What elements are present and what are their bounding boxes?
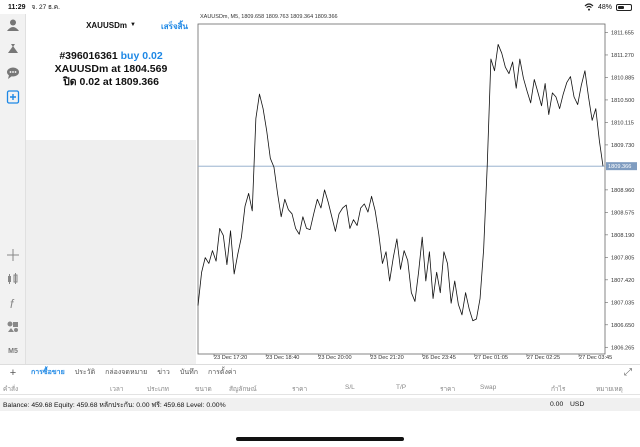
crosshair-icon[interactable] bbox=[4, 246, 22, 264]
y-tick-label: 1807.420 bbox=[611, 278, 634, 284]
done-button[interactable]: เสร็จสิ้น bbox=[161, 20, 188, 33]
x-tick-label: 26 Dec 23:45 bbox=[423, 355, 456, 361]
tab-journal[interactable]: บันทึก bbox=[175, 367, 203, 378]
y-tick-label: 1806.650 bbox=[611, 323, 634, 329]
tab-settings[interactable]: การตั้งค่า bbox=[203, 367, 242, 378]
col-time: เวลา bbox=[110, 386, 124, 393]
col-size: ขนาด bbox=[195, 386, 212, 393]
x-tick-label: 27 Dec 03:45 bbox=[579, 355, 612, 361]
home-indicator bbox=[236, 437, 404, 441]
chart-header: XAUUSDm, M5, 1809.658 1809.763 1809.364 … bbox=[200, 14, 338, 20]
wifi-icon bbox=[584, 3, 594, 11]
symbol-selector[interactable]: XAUUSDm ▼ เสร็จสิ้น bbox=[26, 14, 196, 36]
x-tick-label: 23 Dec 18:40 bbox=[266, 355, 299, 361]
y-tick-label: 1809.730 bbox=[611, 143, 634, 149]
balance-bar: Balance: 459.68 Equity: 459.68 หลักประกั… bbox=[0, 398, 640, 411]
y-tick-label: 1806.265 bbox=[611, 345, 634, 351]
trade-icon[interactable] bbox=[4, 40, 22, 58]
price-series-line bbox=[197, 44, 604, 322]
col-symbol: สัญลักษณ์ bbox=[229, 386, 257, 393]
account-currency: USD bbox=[570, 401, 585, 408]
user-icon[interactable] bbox=[4, 16, 22, 34]
timeframe-button[interactable]: M5 bbox=[4, 342, 22, 360]
order-line-3: ปิด 0.02 at 1809.366 bbox=[26, 76, 196, 89]
y-tick-label: 1811.655 bbox=[611, 30, 634, 36]
order-close-price: 1809.366 bbox=[115, 76, 159, 88]
price-chart[interactable]: XAUUSDm, M5, 1809.658 1809.763 1809.364 … bbox=[196, 14, 640, 364]
svg-text:f: f bbox=[10, 297, 15, 310]
order-action: buy 0.02 bbox=[120, 50, 163, 62]
order-line-1: #396016361 buy 0.02 bbox=[26, 50, 196, 63]
tab-mailbox[interactable]: กล่องจดหมาย bbox=[100, 367, 152, 378]
col-type: ประเภท bbox=[147, 386, 169, 393]
add-icon[interactable]: + bbox=[0, 367, 26, 379]
y-tick-label: 1808.190 bbox=[611, 233, 634, 239]
y-tick-label: 1810.500 bbox=[611, 98, 634, 104]
current-price-label: 1809.366 bbox=[608, 164, 631, 170]
battery-percent: 48% bbox=[597, 3, 612, 11]
order-panel: XAUUSDm ▼ เสร็จสิ้น #396016361 buy 0.02 … bbox=[26, 14, 196, 364]
order-line-2: XAUUSDm at 1804.569 bbox=[26, 63, 196, 76]
y-tick-label: 1807.805 bbox=[611, 255, 634, 261]
order-open-price: 1804.569 bbox=[123, 63, 168, 75]
expand-icon[interactable]: ⤢ bbox=[624, 367, 632, 378]
status-bar: 11:29 จ. 27 ธ.ค. 48% bbox=[0, 0, 640, 14]
order-close-prefix: ปิด 0.02 at bbox=[63, 76, 113, 88]
status-time: 11:29 bbox=[8, 3, 26, 11]
order-ticket: #396016361 bbox=[59, 50, 118, 62]
col-sl: S/L bbox=[345, 384, 355, 391]
order-result-card: #396016361 buy 0.02 XAUUSDm at 1804.569 … bbox=[26, 36, 196, 140]
trade-table-header: คำสั่ง เวลา ประเภท ขนาด สัญลักษณ์ ราคา S… bbox=[0, 381, 640, 395]
col-swap: Swap bbox=[480, 384, 497, 391]
x-tick-label: 23 Dec 17:20 bbox=[214, 355, 247, 361]
col-price: ราคา bbox=[292, 386, 308, 393]
y-tick-label: 1808.960 bbox=[611, 188, 634, 194]
tab-trade[interactable]: การซื้อขาย bbox=[26, 367, 70, 378]
col-order: คำสั่ง bbox=[3, 386, 19, 393]
chart-frame bbox=[197, 23, 606, 355]
balance-text: Balance: 459.68 Equity: 459.68 หลักประกั… bbox=[3, 402, 226, 409]
col-tp: T/P bbox=[396, 384, 407, 391]
y-tick-label: 1808.575 bbox=[611, 210, 634, 216]
bottom-tabs: + การซื้อขาย ประวัติ กล่องจดหมาย ข่าว บั… bbox=[0, 364, 640, 380]
symbol-name: XAUUSDm bbox=[86, 20, 127, 30]
x-tick-label: 27 Dec 02:25 bbox=[527, 355, 560, 361]
total-profit: 0.00 bbox=[550, 401, 564, 408]
tab-news[interactable]: ข่าว bbox=[152, 367, 175, 378]
objects-icon[interactable] bbox=[4, 318, 22, 336]
x-tick-label: 23 Dec 20:00 bbox=[318, 355, 351, 361]
chart-svg[interactable]: 1811.655 1811.270 1810.885 1810.500 1810.115… bbox=[196, 14, 640, 364]
chart-type-icon[interactable] bbox=[4, 270, 22, 288]
y-tick-label: 1810.885 bbox=[611, 75, 634, 81]
y-tick-label: 1807.035 bbox=[611, 300, 634, 306]
battery-icon bbox=[616, 3, 632, 11]
new-order-icon[interactable] bbox=[4, 88, 22, 106]
y-tick-label: 1811.270 bbox=[611, 53, 634, 59]
left-toolbar: f M5 bbox=[0, 14, 26, 364]
chat-icon[interactable] bbox=[4, 64, 22, 82]
status-date: จ. 27 ธ.ค. bbox=[31, 4, 60, 11]
indicators-icon[interactable]: f bbox=[4, 294, 22, 312]
col-comment: หมายเหตุ bbox=[596, 386, 623, 393]
col-profit: กำไร bbox=[551, 386, 566, 393]
order-open-prefix: XAUUSDm at bbox=[54, 63, 121, 75]
y-tick-label: 1810.115 bbox=[611, 120, 634, 126]
col-price-current: ราคา bbox=[440, 386, 456, 393]
x-tick-label: 27 Dec 01:05 bbox=[475, 355, 508, 361]
x-tick-label: 23 Dec 21:20 bbox=[370, 355, 403, 361]
caret-down-icon: ▼ bbox=[129, 22, 136, 28]
tab-history[interactable]: ประวัติ bbox=[70, 367, 100, 378]
